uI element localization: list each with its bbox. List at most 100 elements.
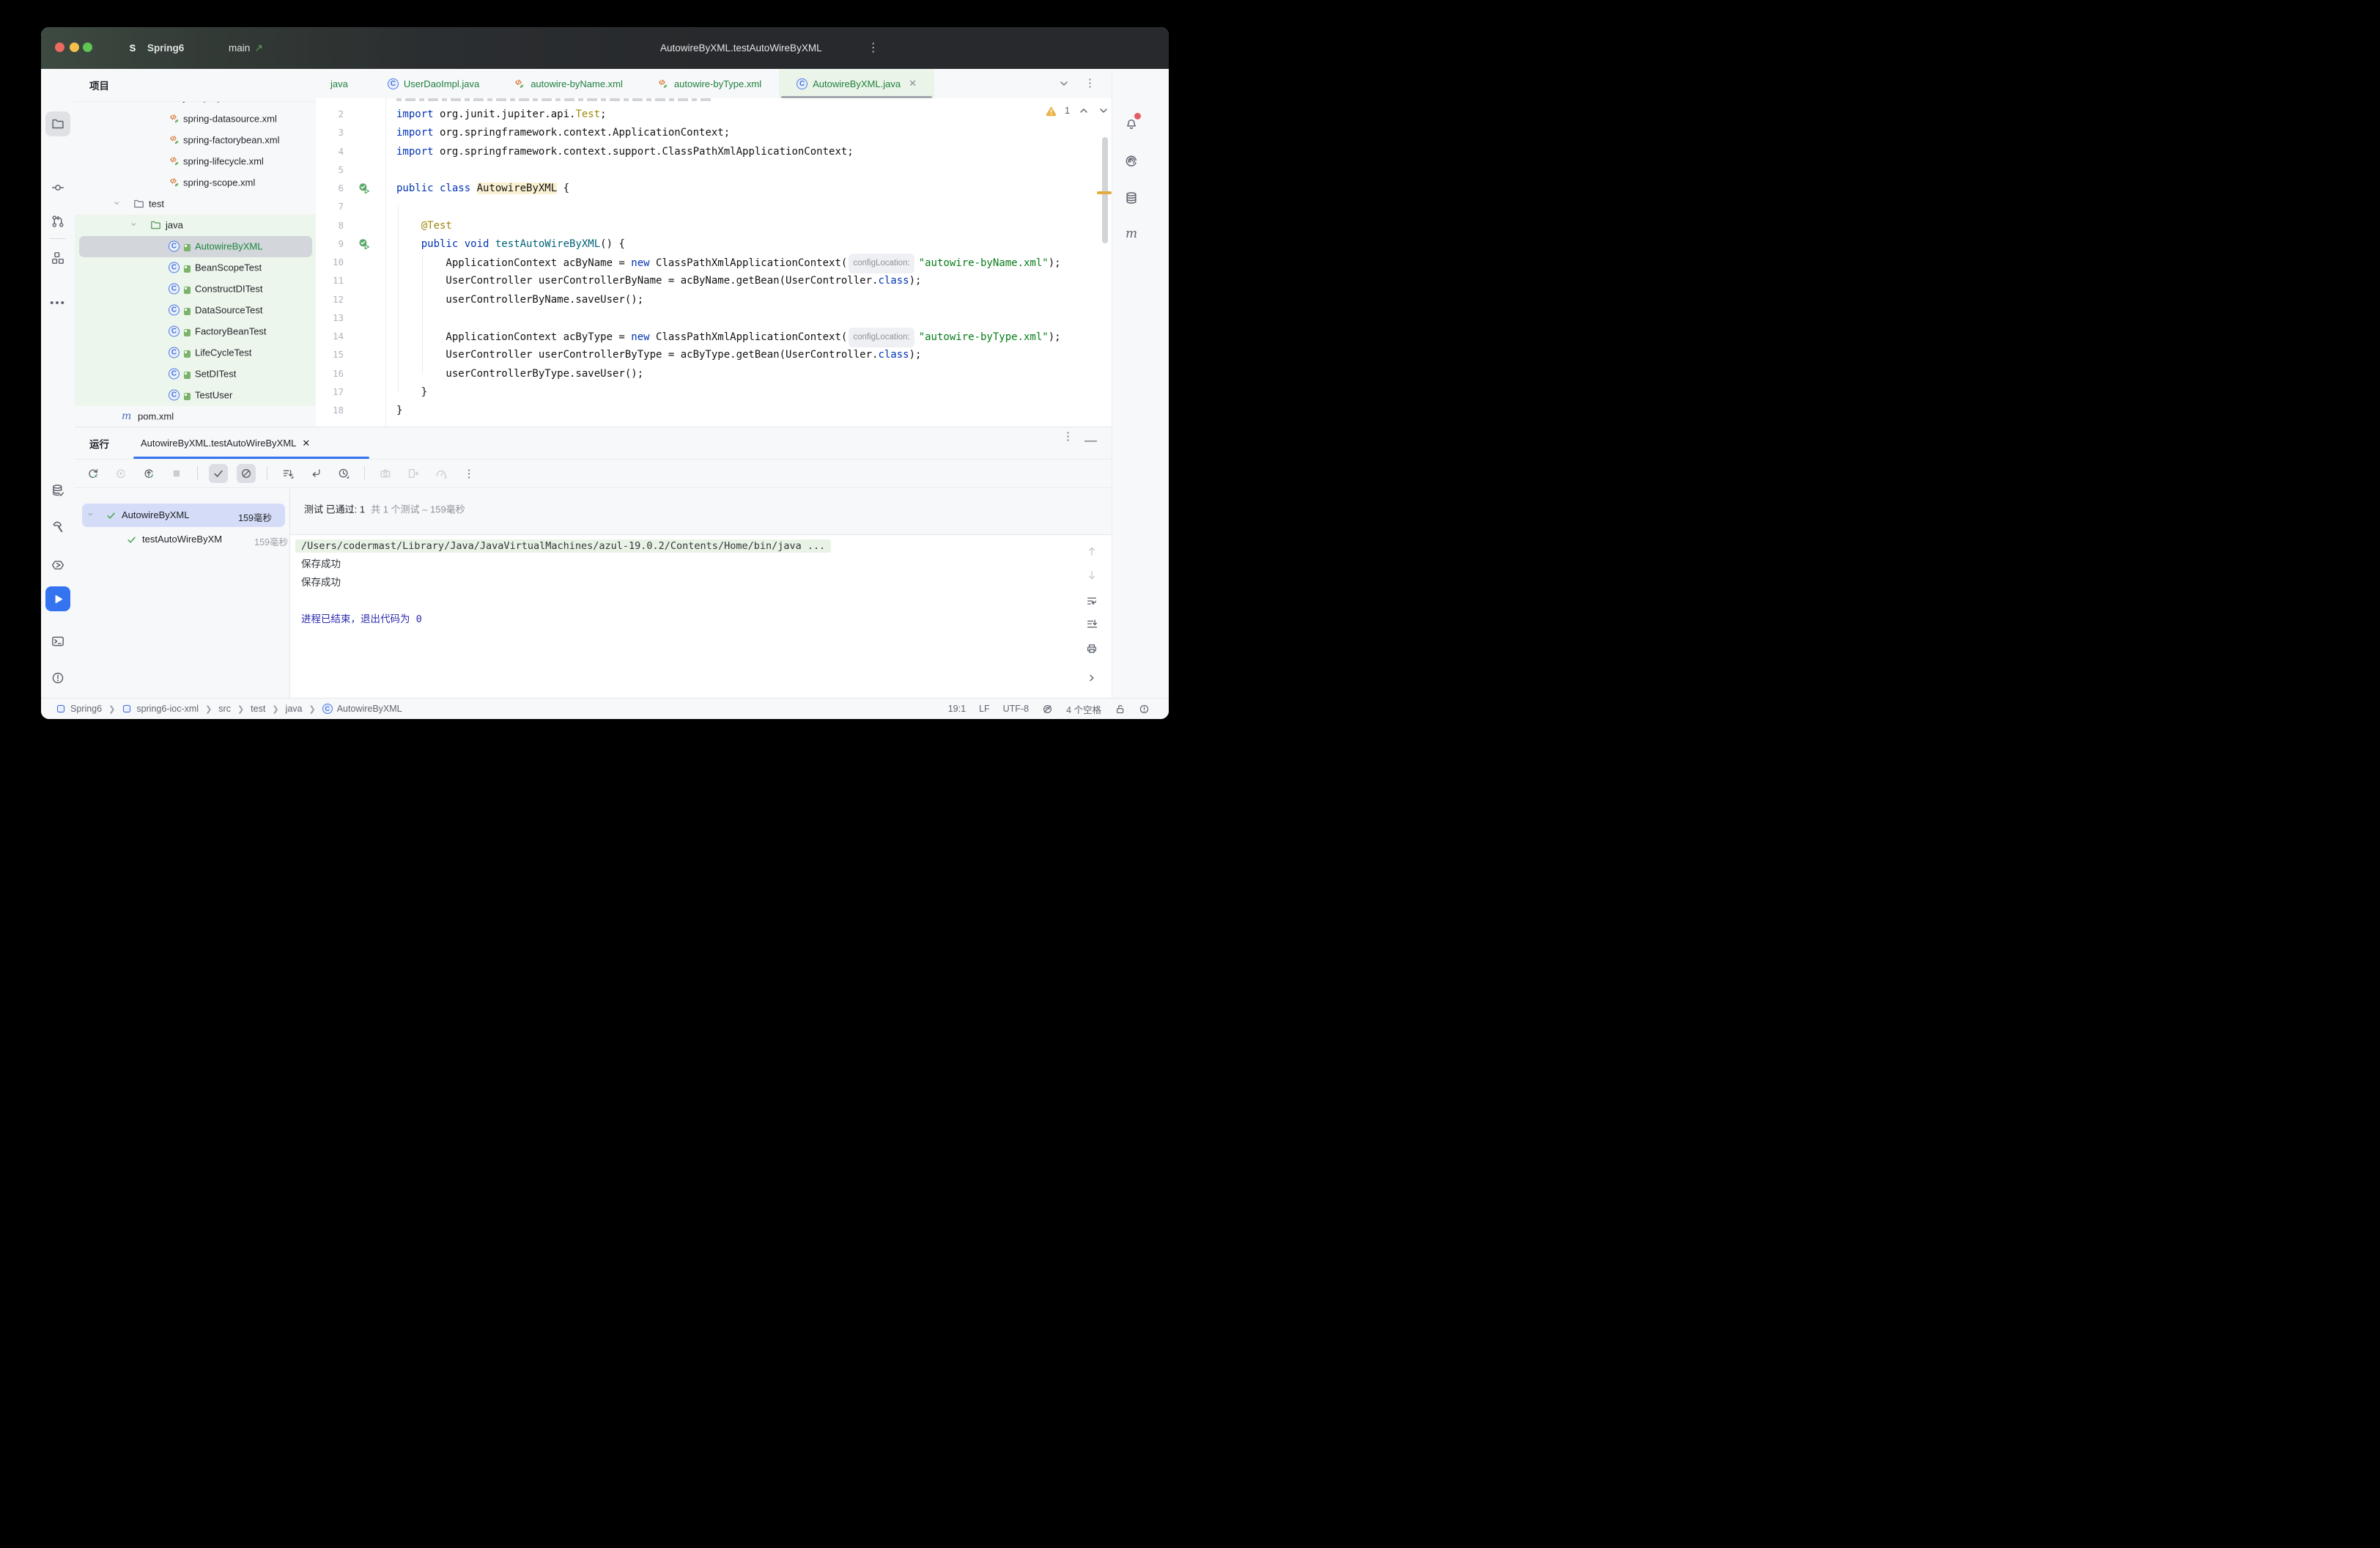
status-item[interactable]: 4 个空格 bbox=[1066, 702, 1101, 716]
run-console[interactable]: /Users/codermast/Library/Java/JavaVirtua… bbox=[290, 534, 1112, 699]
folder-icon bbox=[133, 199, 144, 210]
eye-off-status-icon[interactable] bbox=[1042, 704, 1053, 715]
run-test-gutter-icon[interactable] bbox=[358, 238, 370, 250]
gauge-button[interactable] bbox=[432, 464, 451, 483]
editor-tab-autowire-byName.xml[interactable]: autowire-byName.xml bbox=[497, 69, 640, 98]
rerun-failed-button[interactable] bbox=[111, 464, 130, 483]
code-editor[interactable]: 2import org.junit.jupiter.api.Test;3impo… bbox=[316, 98, 1112, 427]
hide-panel-icon[interactable]: — bbox=[1084, 433, 1097, 448]
breadcrumb-test[interactable]: test bbox=[251, 704, 265, 714]
print-button[interactable] bbox=[1081, 643, 1103, 655]
history-clock-button[interactable] bbox=[334, 464, 353, 483]
pull-requests-icon bbox=[51, 215, 64, 228]
breadcrumb-AutowireByXML[interactable]: CAutowireByXML bbox=[322, 704, 402, 714]
close-icon[interactable]: ✕ bbox=[909, 78, 917, 89]
sort-down-button[interactable] bbox=[278, 464, 298, 483]
tree-item-TestUser[interactable]: CTestUser bbox=[75, 385, 316, 406]
tree-item-DataSourceTest[interactable]: CDataSourceTest bbox=[75, 300, 316, 321]
tree-item-spring-datasource.xml[interactable]: spring-datasource.xml bbox=[75, 108, 316, 130]
breadcrumb-spring6-ioc-xml[interactable]: spring6-ioc-xml bbox=[122, 704, 199, 714]
chevron-down-icon[interactable] bbox=[86, 510, 96, 520]
tree-item-AutowireByXML[interactable]: CAutowireByXML bbox=[75, 236, 316, 257]
zoom-window-button[interactable] bbox=[83, 43, 92, 52]
tree-item-spring-lifecycle.xml[interactable]: spring-lifecycle.xml bbox=[75, 151, 316, 172]
auto-rerun-button[interactable] bbox=[139, 464, 158, 483]
up-arrow-button[interactable] bbox=[1081, 545, 1103, 557]
show-passed-button[interactable] bbox=[209, 464, 228, 483]
tool-structure-button[interactable] bbox=[41, 246, 75, 270]
tool-maven-button[interactable]: m bbox=[1119, 221, 1144, 246]
run-test-gutter-icon[interactable] bbox=[358, 183, 370, 194]
stop-button[interactable] bbox=[167, 464, 186, 483]
tool-problems-button[interactable] bbox=[41, 666, 75, 690]
tool-terminal-button[interactable] bbox=[41, 629, 75, 654]
rerun-button[interactable] bbox=[84, 464, 103, 483]
line-number: 17 bbox=[316, 386, 344, 397]
spring-xml-icon bbox=[169, 135, 180, 146]
tree-item-FactoryBeanTest[interactable]: CFactoryBeanTest bbox=[75, 321, 316, 342]
tree-item-pom.xml[interactable]: mpom.xml bbox=[75, 406, 316, 427]
tree-item-LifeCycleTest[interactable]: CLifeCycleTest bbox=[75, 342, 316, 364]
branch-widget[interactable]: main ↗ bbox=[224, 27, 267, 69]
tree-item-test[interactable]: test bbox=[75, 194, 316, 215]
status-item[interactable]: 19:1 bbox=[948, 704, 966, 714]
tree-item-BeanScopeTest[interactable]: CBeanScopeTest bbox=[75, 257, 316, 279]
tool-db-check-button[interactable] bbox=[41, 478, 75, 503]
test-row-AutowireByXML[interactable]: AutowireByXML159毫秒 bbox=[75, 504, 285, 527]
tool-ai-assistant-button[interactable] bbox=[1119, 149, 1144, 174]
chevron-right-button[interactable] bbox=[1081, 672, 1103, 684]
scroll-end-button[interactable] bbox=[1081, 618, 1103, 630]
tab-list-icon[interactable] bbox=[1058, 78, 1070, 89]
editor-scrollbar[interactable] bbox=[1102, 137, 1108, 243]
close-window-button[interactable] bbox=[55, 43, 64, 52]
project-widget[interactable]: S Spring6 bbox=[124, 27, 190, 69]
status-item[interactable]: LF bbox=[979, 704, 990, 714]
tool-run-play-button[interactable] bbox=[41, 586, 75, 611]
breadcrumb-src[interactable]: src bbox=[218, 704, 231, 714]
tool-hammer-button[interactable] bbox=[41, 515, 75, 539]
camera-button[interactable] bbox=[376, 464, 395, 483]
editor-tab-AutowireByXML.java[interactable]: CAutowireByXML.java✕ bbox=[779, 69, 934, 98]
export-button[interactable] bbox=[404, 464, 423, 483]
chevron-down-icon[interactable] bbox=[130, 221, 139, 230]
line-number: 2 bbox=[316, 108, 344, 119]
tool-services-button[interactable] bbox=[41, 553, 75, 578]
lock-open-status-icon[interactable] bbox=[1115, 704, 1126, 715]
show-ignored-button[interactable] bbox=[237, 464, 256, 483]
editor-tab-autowire-byType.xml[interactable]: autowire-byType.xml bbox=[640, 69, 779, 98]
test-summary: 测试 已通过: 1共 1 个测试 – 159毫秒 bbox=[289, 488, 1112, 534]
test-row-testAutoWireByXM[interactable]: testAutoWireByXM159毫秒 bbox=[75, 528, 289, 550]
tree-item-java[interactable]: java bbox=[75, 215, 316, 236]
next-problem-icon[interactable] bbox=[1098, 105, 1109, 117]
inspection-widget[interactable]: 1 bbox=[1046, 105, 1109, 117]
editor-tab-UserDaoImpl.java[interactable]: CUserDaoImpl.java bbox=[370, 69, 497, 98]
kebab-button[interactable]: ⋮ bbox=[459, 464, 478, 483]
tool-database-button[interactable] bbox=[1119, 185, 1144, 210]
editor-tab-java[interactable]: java bbox=[316, 69, 370, 98]
status-item[interactable]: UTF-8 bbox=[1003, 704, 1029, 714]
tree-item-ConstructDITest[interactable]: CConstructDITest bbox=[75, 279, 316, 300]
down-arrow-button[interactable] bbox=[1081, 570, 1103, 581]
clipped-line bbox=[396, 98, 712, 101]
project-panel-header[interactable]: 项目 bbox=[75, 69, 316, 102]
soft-wrap-button[interactable] bbox=[1081, 595, 1103, 607]
run-configuration-name[interactable]: AutowireByXML.testAutoWireByXML bbox=[660, 43, 822, 54]
tool-commit-button[interactable] bbox=[41, 175, 75, 200]
minimize-window-button[interactable] bbox=[70, 43, 79, 52]
nav-in-button[interactable] bbox=[306, 464, 325, 483]
tool-more-h-button[interactable]: ••• bbox=[41, 291, 75, 316]
run-tab[interactable]: AutowireByXML.testAutoWireByXML ✕ bbox=[135, 427, 310, 459]
close-icon[interactable]: ✕ bbox=[302, 438, 310, 449]
chevron-down-icon[interactable] bbox=[113, 199, 122, 209]
tree-item-spring-scope.xml[interactable]: spring-scope.xml bbox=[75, 172, 316, 194]
breadcrumb-java[interactable]: java bbox=[286, 704, 303, 714]
prev-problem-icon[interactable] bbox=[1078, 105, 1090, 117]
tree-item-SetDITest[interactable]: CSetDITest bbox=[75, 364, 316, 385]
code-line-15: 15 UserController userControllerByType =… bbox=[316, 346, 1112, 364]
tree-item-spring-factorybean.xml[interactable]: spring-factorybean.xml bbox=[75, 130, 316, 151]
breadcrumb-Spring6[interactable]: Spring6 bbox=[56, 704, 102, 714]
tool-bell-button[interactable] bbox=[1119, 111, 1144, 136]
tool-pull-requests-button[interactable] bbox=[41, 209, 75, 234]
tool-project-folder-button[interactable] bbox=[41, 111, 75, 136]
bang-circle-status-icon[interactable] bbox=[1139, 704, 1150, 715]
